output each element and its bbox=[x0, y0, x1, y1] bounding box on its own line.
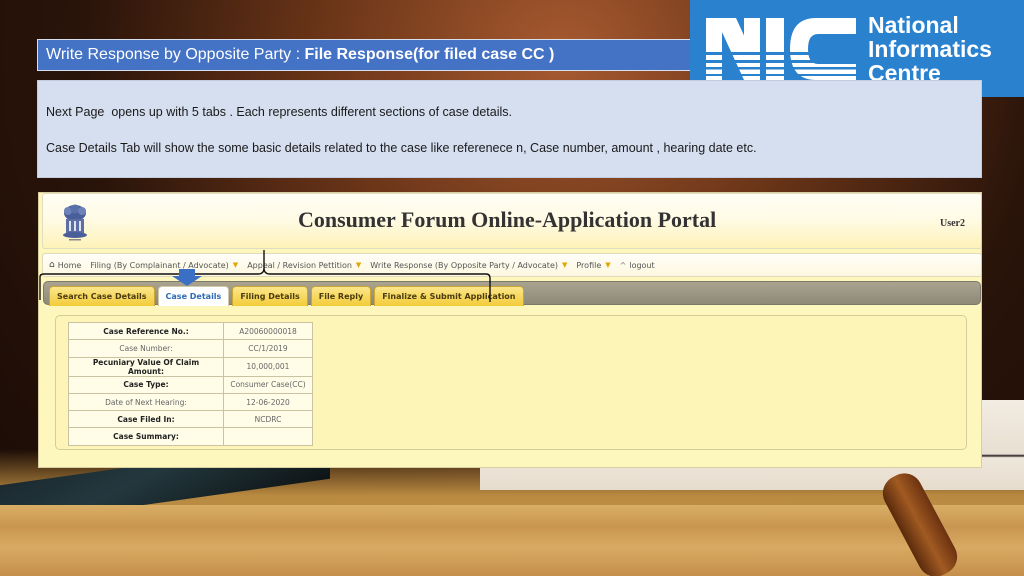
portal-header: Consumer Forum Online-Application Portal… bbox=[42, 193, 981, 249]
logout-icon: ^ bbox=[619, 260, 627, 270]
claim-amount-label: Pecuniary Value Of Claim Amount: bbox=[68, 356, 224, 377]
caret-down-icon: ▼ bbox=[605, 261, 611, 269]
tab-finalize-submit[interactable]: Finalize & Submit Application bbox=[374, 286, 524, 306]
caret-down-icon: ▼ bbox=[232, 261, 239, 269]
nic-mark-icon bbox=[706, 16, 858, 82]
user-name[interactable]: User2 bbox=[940, 218, 965, 229]
description-line: Next Page opens up with 5 tabs . Each re… bbox=[46, 105, 513, 119]
case-reference-value: A20060000018 bbox=[223, 321, 313, 341]
next-hearing-label: Date of Next Hearing: bbox=[68, 392, 224, 412]
portal-screenshot: Consumer Forum Online-Application Portal… bbox=[38, 192, 982, 468]
case-reference-label: Case Reference No.: bbox=[68, 321, 224, 341]
case-type-label: Case Type: bbox=[68, 375, 224, 394]
table-row: Pecuniary Value Of Claim Amount: 10,000,… bbox=[68, 356, 313, 377]
table-row: Case Reference No.: A20060000018 bbox=[68, 321, 313, 341]
table-row: Case Summary: bbox=[68, 427, 313, 446]
tab-file-reply[interactable]: File Reply bbox=[310, 286, 372, 306]
nav-appeal-revision[interactable]: Appeal / Revision Pettition ▼ bbox=[247, 261, 361, 270]
nav-filing[interactable]: Filing (By Complainant / Advocate) ▼ bbox=[90, 261, 238, 270]
nic-name: National Informatics Centre bbox=[868, 11, 992, 86]
case-type-value: Consumer Case(CC) bbox=[223, 375, 313, 394]
case-filed-in-value: NCDRC bbox=[223, 410, 313, 429]
home-icon: ⌂ bbox=[49, 260, 55, 270]
case-number-value: CC/1/2019 bbox=[223, 339, 313, 358]
description-box: Next Page opens up with 5 tabs . Each re… bbox=[37, 80, 982, 178]
table-row: Date of Next Hearing: 12-06-2020 bbox=[68, 392, 313, 412]
table-row: Case Number: CC/1/2019 bbox=[68, 339, 313, 358]
slide-title-bar: Write Response by Opposite Party : File … bbox=[37, 39, 697, 71]
case-number-label: Case Number: bbox=[68, 339, 224, 358]
description-line: Case Details Tab will show the some basi… bbox=[46, 141, 757, 155]
table-row: Case Type: Consumer Case(CC) bbox=[68, 375, 313, 394]
slide-title-bold: File Response(for filed case CC ) bbox=[304, 46, 555, 63]
nav-logout[interactable]: ^ logout bbox=[620, 261, 655, 270]
case-filed-in-label: Case Filed In: bbox=[68, 410, 224, 429]
state-emblem-icon bbox=[59, 203, 91, 243]
portal-title: Consumer Forum Online-Application Portal bbox=[298, 207, 717, 232]
tab-search-case-details[interactable]: Search Case Details bbox=[49, 286, 155, 306]
case-summary-value bbox=[223, 427, 313, 446]
tab-case-details[interactable]: Case Details bbox=[157, 286, 230, 306]
case-details-table: Case Reference No.: A20060000018 Case Nu… bbox=[68, 321, 313, 446]
caret-down-icon: ▼ bbox=[355, 261, 362, 269]
portal-navbar: ⌂ Home Filing (By Complainant / Advocate… bbox=[42, 253, 981, 277]
nav-profile[interactable]: Profile ▼ bbox=[576, 261, 610, 270]
tab-strip: Search Case Details Case Details Filing … bbox=[43, 281, 981, 306]
tab-filing-details[interactable]: Filing Details bbox=[232, 286, 308, 306]
case-summary-label: Case Summary: bbox=[68, 427, 224, 446]
caret-down-icon: ▼ bbox=[561, 261, 568, 269]
claim-amount-value: 10,000,001 bbox=[223, 356, 313, 377]
slide-title-prefix: Write Response by Opposite Party : bbox=[46, 46, 305, 63]
background-desk bbox=[0, 505, 1024, 576]
nav-write-response[interactable]: Write Response (By Opposite Party / Advo… bbox=[370, 261, 567, 270]
next-hearing-value: 12-06-2020 bbox=[223, 392, 313, 412]
nav-home[interactable]: ⌂ Home bbox=[49, 260, 81, 270]
case-details-panel: Case Reference No.: A20060000018 Case Nu… bbox=[55, 315, 967, 450]
table-row: Case Filed In: NCDRC bbox=[68, 410, 313, 429]
